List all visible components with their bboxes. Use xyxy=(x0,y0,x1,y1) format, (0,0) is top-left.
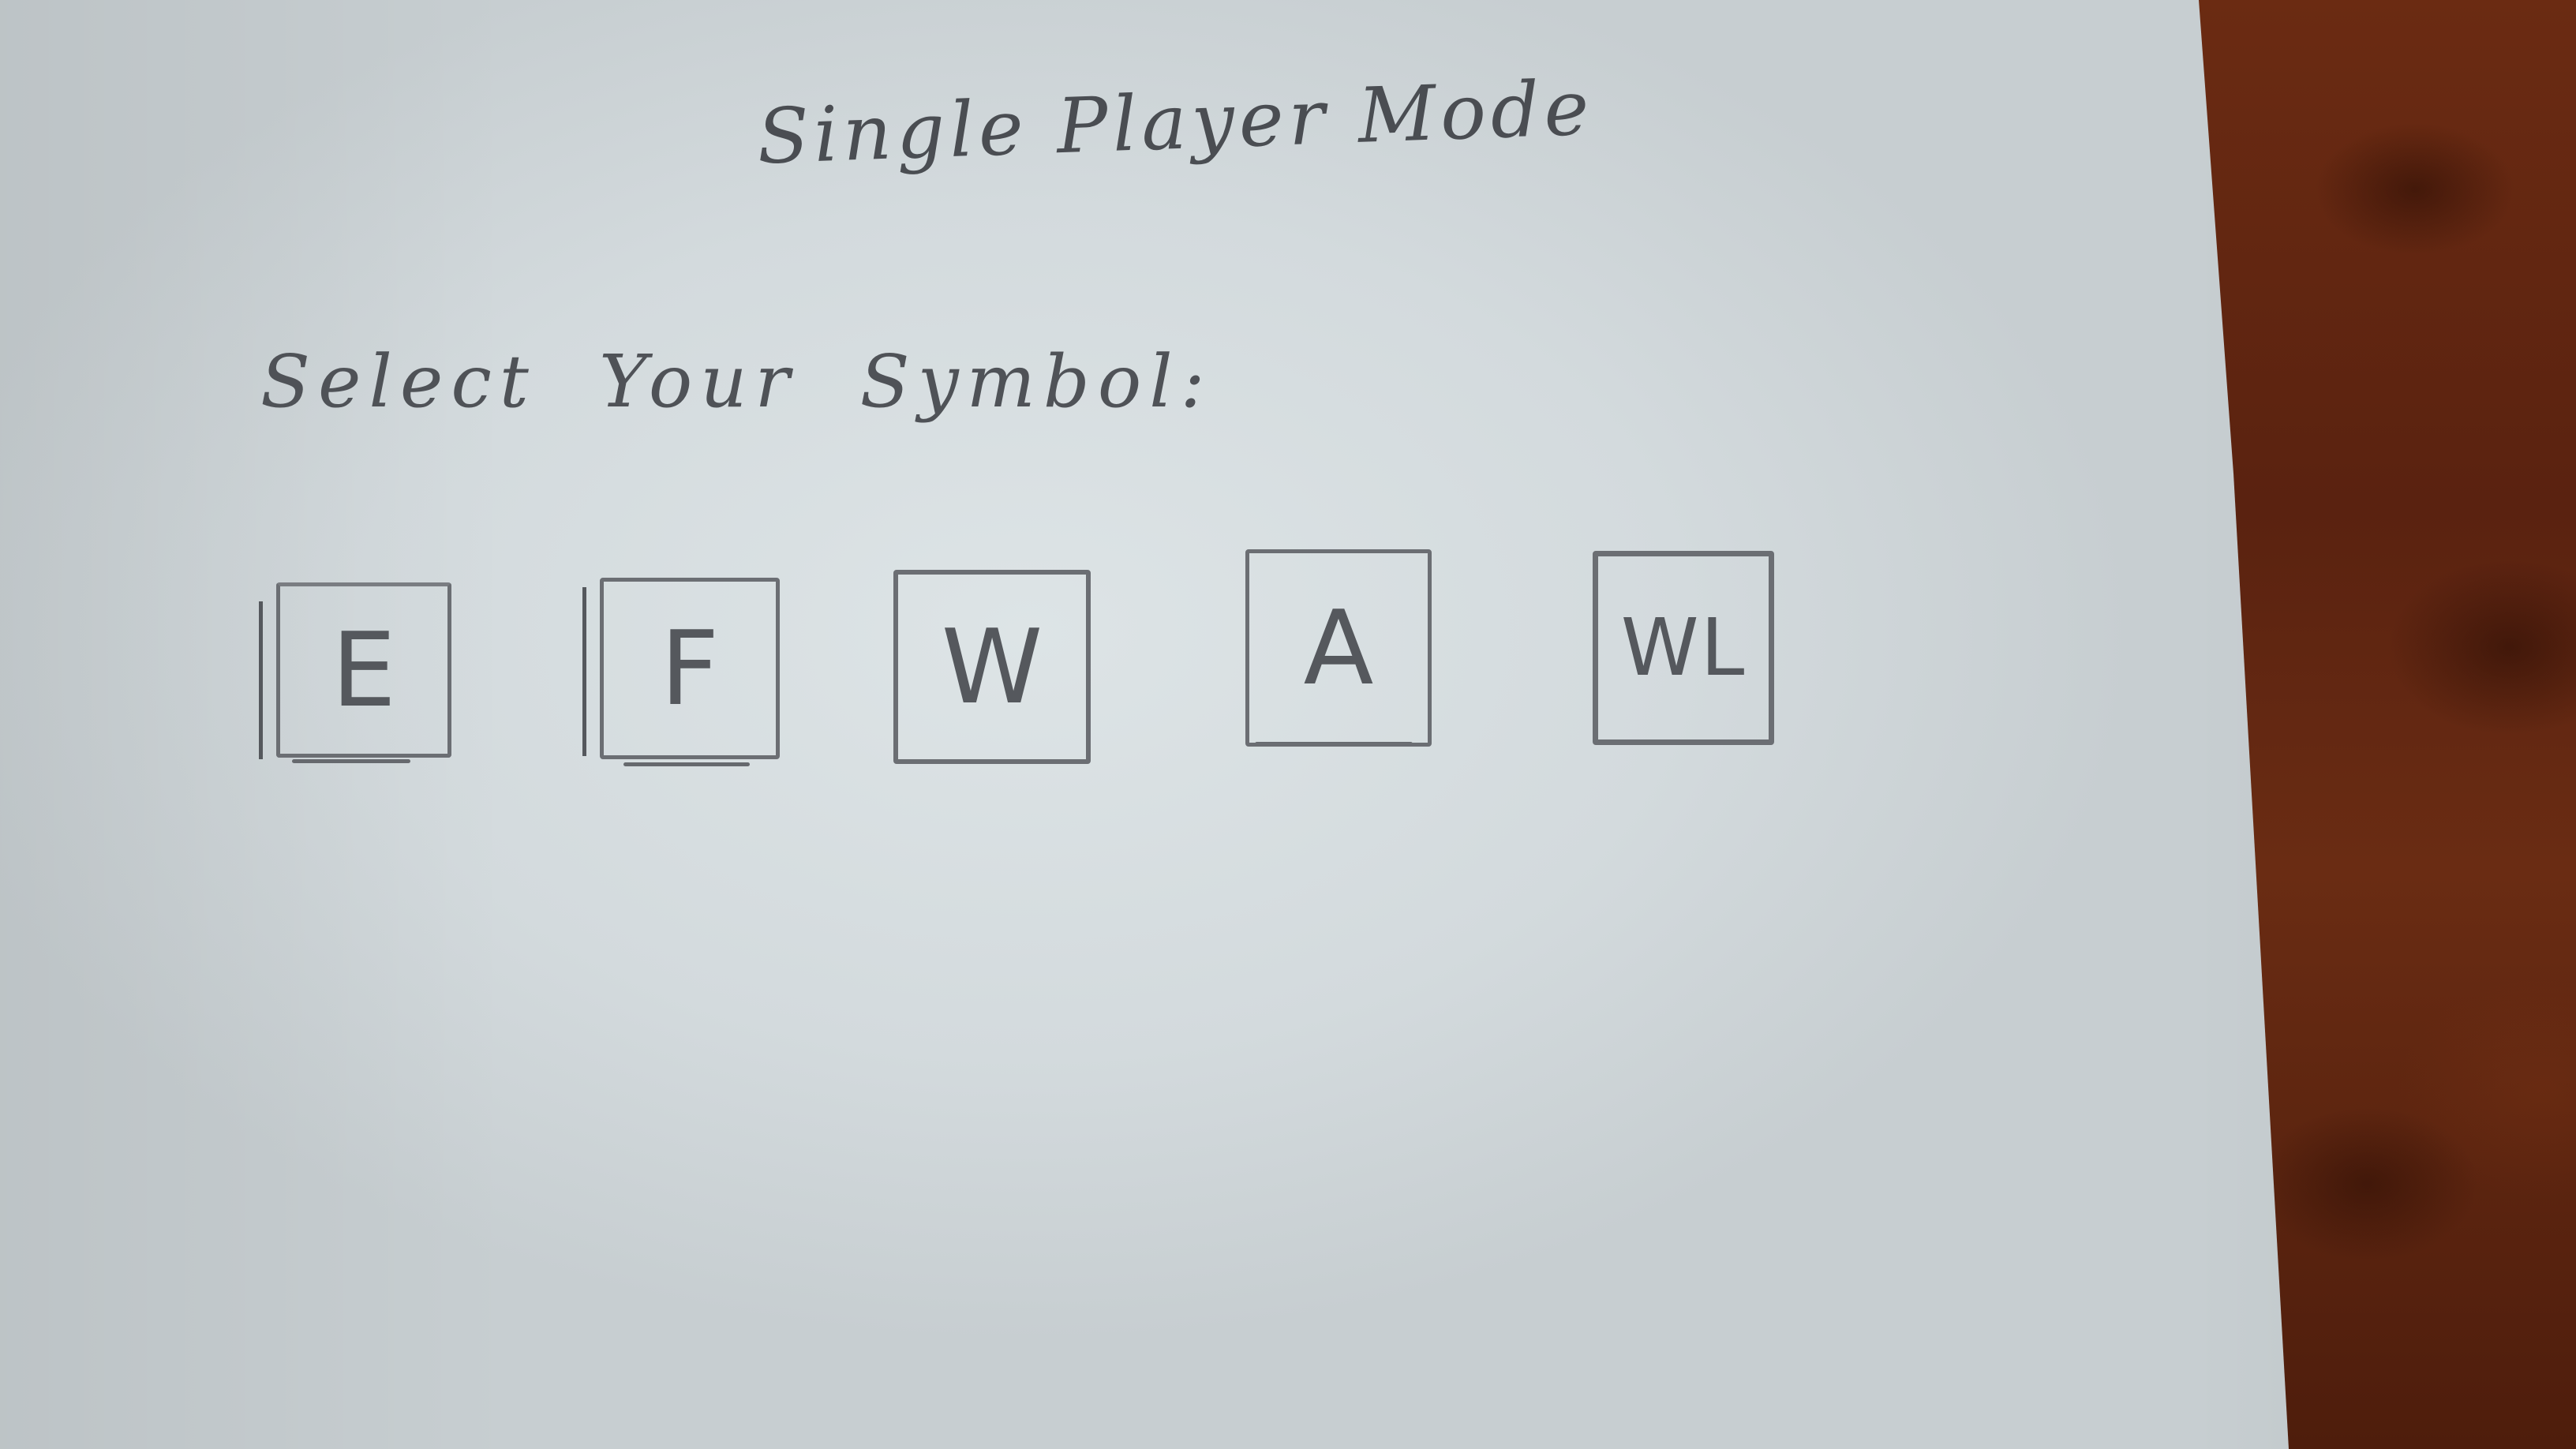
symbol-option-wl[interactable]: WL xyxy=(1593,551,1774,745)
sketch-stroke xyxy=(623,762,750,766)
symbol-option-w[interactable]: W xyxy=(893,570,1091,764)
sketch-stroke xyxy=(292,759,410,763)
symbol-option-f[interactable]: F xyxy=(600,578,780,759)
sketch-stroke xyxy=(582,587,586,756)
symbol-label: E xyxy=(331,610,397,730)
symbol-option-e[interactable]: E xyxy=(276,582,451,758)
symbol-label: A xyxy=(1303,588,1374,708)
sketch-stroke xyxy=(259,601,263,759)
symbol-label: W xyxy=(941,607,1043,727)
symbol-label: F xyxy=(660,608,720,728)
symbol-options: E F W A WL xyxy=(0,0,2576,1449)
symbol-option-a[interactable]: A xyxy=(1245,549,1432,747)
symbol-label: WL xyxy=(1620,601,1747,694)
